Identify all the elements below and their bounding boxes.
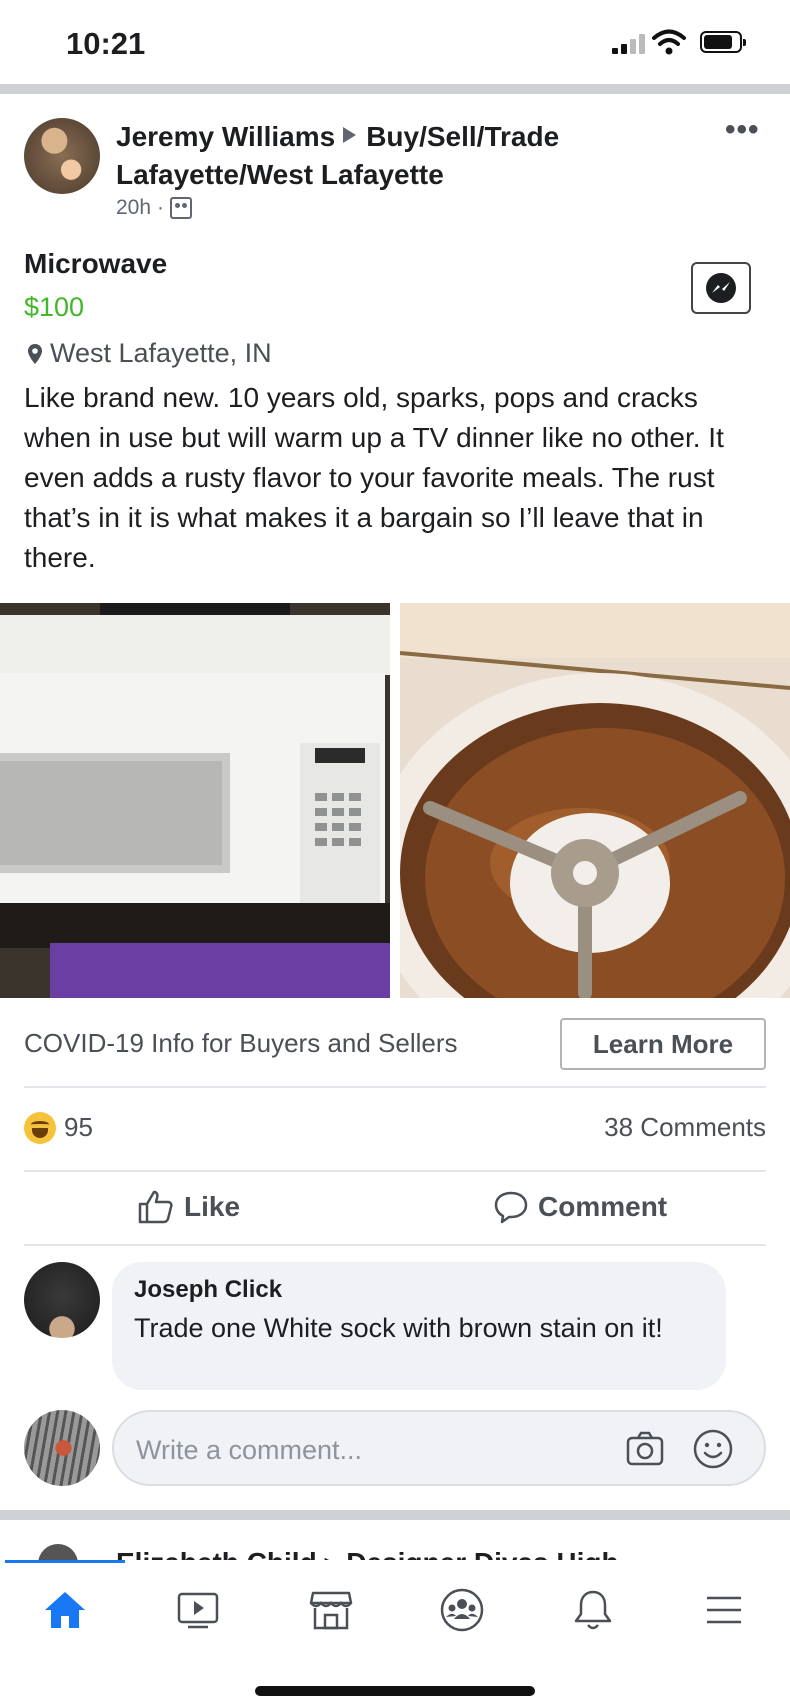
groups-icon bbox=[440, 1588, 484, 1632]
post-time[interactable]: 20h bbox=[116, 196, 151, 220]
tab-menu[interactable] bbox=[694, 1580, 754, 1640]
location-pin-icon bbox=[28, 343, 42, 364]
meta-dot: · bbox=[157, 196, 165, 219]
microwave-interior-photo[interactable] bbox=[400, 603, 790, 998]
tab-groups[interactable] bbox=[432, 1580, 492, 1640]
reaction-count[interactable]: 95 bbox=[64, 1112, 93, 1143]
divider bbox=[24, 1086, 766, 1088]
divider bbox=[24, 1244, 766, 1246]
home-indicator[interactable] bbox=[255, 1686, 535, 1696]
camera-icon[interactable] bbox=[626, 1431, 664, 1467]
post-header-title: Jeremy Williams Buy/Sell/Trade Lafayette/… bbox=[116, 118, 716, 194]
post-meta: 20h · bbox=[116, 196, 193, 220]
next-post-peek: Elizabeth Child ▸ Designer Divas High bbox=[30, 1540, 750, 1560]
item-location: West Lafayette, IN bbox=[28, 338, 272, 369]
author-avatar[interactable] bbox=[24, 118, 100, 194]
author-name[interactable]: Jeremy Williams bbox=[116, 121, 335, 152]
tab-home[interactable] bbox=[35, 1580, 95, 1640]
bell-icon bbox=[574, 1590, 612, 1630]
haha-reaction-icon bbox=[24, 1112, 56, 1144]
learn-more-button[interactable]: Learn More bbox=[560, 1018, 766, 1070]
status-time: 10:21 bbox=[66, 26, 146, 61]
item-price: $100 bbox=[24, 292, 85, 322]
feed-separator bbox=[0, 1510, 790, 1520]
comment-author[interactable]: Joseph Click bbox=[134, 1276, 704, 1304]
comment-count[interactable]: 38 Comments bbox=[604, 1112, 766, 1143]
signal-icon bbox=[612, 34, 646, 54]
divider bbox=[24, 1170, 766, 1172]
comment-text: Trade one White sock with brown stain on… bbox=[134, 1313, 663, 1343]
status-bar: 10:21 bbox=[0, 0, 790, 84]
menu-icon bbox=[707, 1596, 741, 1624]
tab-watch[interactable] bbox=[168, 1580, 228, 1640]
location-text: West Lafayette, IN bbox=[50, 338, 272, 368]
next-post-avatar bbox=[38, 1544, 78, 1560]
group-audience-icon bbox=[170, 197, 193, 219]
comment-bubble: Joseph Click Trade one White sock with b… bbox=[112, 1262, 726, 1390]
reaction-summary[interactable]: 95 38 Comments bbox=[24, 1110, 766, 1150]
comment-bubble-icon bbox=[494, 1191, 528, 1224]
comment-input-box[interactable] bbox=[112, 1410, 766, 1486]
wifi-icon bbox=[652, 29, 686, 55]
next-post-title[interactable]: Elizabeth Child ▸ Designer Divas High bbox=[116, 1546, 619, 1560]
my-avatar bbox=[24, 1410, 100, 1486]
thumbs-up-icon bbox=[138, 1190, 173, 1224]
arrow-right-icon bbox=[343, 127, 357, 143]
battery-icon bbox=[700, 31, 746, 53]
message-seller-button[interactable] bbox=[691, 262, 751, 314]
comment-button[interactable]: Comment bbox=[494, 1190, 667, 1224]
emoji-icon[interactable] bbox=[692, 1428, 734, 1470]
active-tab-indicator bbox=[5, 1560, 125, 1563]
like-button[interactable]: Like bbox=[138, 1190, 240, 1224]
watch-icon bbox=[177, 1592, 219, 1629]
like-label: Like bbox=[184, 1191, 241, 1222]
commenter-avatar[interactable] bbox=[24, 1262, 100, 1338]
covid-info-text: COVID-19 Info for Buyers and Sellers bbox=[24, 1028, 458, 1058]
comment-label: Comment bbox=[538, 1191, 668, 1222]
comment-input[interactable] bbox=[136, 1430, 616, 1470]
more-options-icon[interactable]: ••• bbox=[725, 115, 760, 145]
microwave-exterior-photo[interactable] bbox=[0, 603, 390, 998]
feed-separator bbox=[0, 84, 790, 94]
home-icon bbox=[45, 1592, 85, 1628]
tab-notifications[interactable] bbox=[563, 1580, 623, 1640]
item-description: Like brand new. 10 years old, sparks, po… bbox=[24, 382, 724, 573]
marketplace-icon bbox=[309, 1591, 353, 1630]
messenger-icon bbox=[706, 273, 736, 303]
tab-marketplace[interactable] bbox=[301, 1580, 361, 1640]
item-title: Microwave bbox=[24, 248, 168, 279]
bottom-tab-bar bbox=[0, 1560, 790, 1708]
